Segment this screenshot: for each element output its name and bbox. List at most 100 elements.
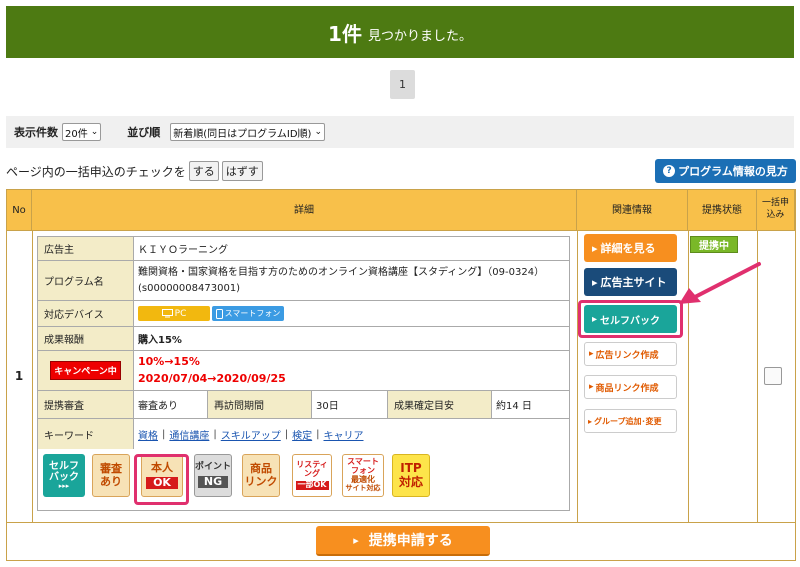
program-info-help-button[interactable]: ? プログラム情報の見方 bbox=[655, 159, 796, 183]
confirm-value: 約14 日 bbox=[496, 401, 532, 412]
campaign-value: 10%→15% 2020/07/04→2020/09/25 bbox=[134, 351, 569, 390]
result-banner: 1件 見つかりました。 bbox=[6, 6, 794, 58]
filter-bar: 表示件数 20件 ⌄ 並び順 新着順(同日はプログラムID順) ⌄ bbox=[6, 116, 794, 148]
advertiser-site-button[interactable]: ▸ 広告主サイト bbox=[584, 268, 677, 296]
self-back-button[interactable]: ▸ セルフバック bbox=[584, 305, 677, 333]
revisit-label: 再訪問期間 bbox=[208, 391, 312, 418]
campaign-row: キャンペーン中 10%→15% 2020/07/04→2020/09/25 bbox=[38, 351, 569, 391]
keyword-link[interactable]: 資格 bbox=[138, 427, 158, 442]
review-required-badge: 審査 あり bbox=[92, 454, 130, 497]
pointer-arrow-icon bbox=[679, 262, 761, 304]
apply-partnership-button[interactable]: ▸ 提携申請する bbox=[316, 526, 490, 556]
product-link-create-button[interactable]: ▸ 商品リンク作成 bbox=[584, 375, 677, 399]
badge-text: 一部OK bbox=[295, 479, 329, 490]
advertiser-label: 広告主 bbox=[38, 237, 134, 260]
badge-text: ▸▸▸ bbox=[58, 481, 70, 490]
sort-value: 新着順(同日はプログラムID順) bbox=[173, 128, 312, 140]
keyword-list: 資格 | 通信講座 | スキルアップ | 検定 | キャリア bbox=[134, 419, 569, 449]
point-ng-badge: ポイント NG bbox=[194, 454, 232, 497]
page-1-button[interactable]: 1 bbox=[390, 70, 415, 99]
caret-right-icon: ▸ bbox=[592, 313, 598, 325]
caret-right-icon: ▸ bbox=[589, 349, 594, 359]
caret-right-icon: ▸ bbox=[592, 241, 598, 255]
ad-link-create-button[interactable]: ▸ 広告リンク作成 bbox=[584, 342, 677, 366]
badge-text: ITP bbox=[400, 461, 422, 476]
badge-text: 審査 bbox=[100, 462, 122, 476]
divider bbox=[7, 522, 795, 523]
keyword-link[interactable]: スキルアップ bbox=[221, 427, 281, 442]
badge-text: あり bbox=[100, 474, 122, 488]
reward-value: 購入15% bbox=[138, 335, 182, 346]
smartphone-icon bbox=[215, 308, 223, 319]
program-name-row: プログラム名 難関資格・国家資格を目指す方のためのオンライン資格講座【スタディン… bbox=[38, 261, 569, 301]
details-button-label: 詳細を見る bbox=[600, 242, 656, 255]
help-button-label: プログラム情報の見方 bbox=[678, 165, 788, 178]
badge-text: 商品 bbox=[250, 462, 272, 476]
ad-link-button-label: 広告リンク作成 bbox=[595, 350, 659, 361]
divider bbox=[32, 230, 33, 522]
bulk-check-row: ページ内の一括申込のチェックを する はずす bbox=[6, 161, 263, 181]
header-status: 提携状態 bbox=[688, 190, 757, 230]
keyword-link[interactable]: 通信講座 bbox=[169, 427, 209, 442]
apply-button-label: 提携申請する bbox=[368, 533, 453, 549]
device-row: 対応デバイス PC スマートフォン bbox=[38, 301, 569, 327]
keyword-row: キーワード 資格 | 通信講座 | スキルアップ | 検定 | キャリア bbox=[38, 419, 569, 449]
program-name-label: プログラム名 bbox=[38, 261, 134, 300]
review-value: 審査あり bbox=[134, 391, 208, 418]
reward-row: 成果報酬 購入15% bbox=[38, 327, 569, 351]
revisit-value: 30日 bbox=[312, 391, 388, 418]
pc-device-label: PC bbox=[174, 308, 187, 319]
badge-text: セルフ bbox=[49, 460, 79, 472]
campaign-rate: 10%→15% bbox=[138, 355, 200, 368]
device-label: 対応デバイス bbox=[38, 301, 134, 326]
header-details: 詳細 bbox=[32, 190, 577, 230]
row-number: 1 bbox=[14, 369, 24, 383]
details-button[interactable]: ▸ 詳細を見る bbox=[584, 234, 677, 262]
badge-text: サイト対応 bbox=[345, 483, 381, 492]
uncheck-all-button[interactable]: はずす bbox=[221, 161, 263, 181]
header-no: No bbox=[7, 190, 32, 230]
review-row: 提携審査 審査あり 再訪問期間 30日 成果確定目安 約14 日 bbox=[38, 391, 569, 419]
badge-text: リンク bbox=[244, 474, 278, 488]
keyword-link[interactable]: 検定 bbox=[292, 427, 312, 442]
group-button-label: グループ追加･変更 bbox=[594, 416, 662, 426]
advertiser-row: 広告主 ＫＩＹＯラーニング bbox=[38, 237, 569, 261]
sort-select[interactable]: 新着順(同日はプログラムID順) ⌄ bbox=[170, 123, 325, 141]
self-back-button-label: セルフバック bbox=[600, 315, 661, 327]
keyword-separator: | bbox=[284, 428, 289, 440]
smartphone-device-badge: スマートフォン bbox=[212, 306, 284, 321]
detail-table: 広告主 ＫＩＹＯラーニング プログラム名 難関資格・国家資格を目指す方のためのオ… bbox=[37, 236, 570, 511]
pc-device-badge: PC bbox=[138, 306, 210, 321]
badge-text: 対応 bbox=[398, 474, 423, 489]
smartphone-optimized-badge: スマート フォン 最適化 サイト対応 bbox=[342, 454, 384, 497]
chevron-down-icon: ⌄ bbox=[90, 127, 99, 137]
self-back-badge: セルフ バック ▸▸▸ bbox=[43, 454, 85, 497]
itp-badge: ITP 対応 bbox=[392, 454, 430, 497]
listing-badge: リスティ ング 一部OK bbox=[292, 454, 332, 497]
partnership-status-badge: 提携中 bbox=[690, 236, 738, 253]
caret-right-icon: ▸ bbox=[592, 275, 598, 289]
keyword-separator: | bbox=[316, 428, 320, 440]
per-page-value: 20件 bbox=[65, 128, 88, 140]
badge-text: バック bbox=[49, 471, 79, 483]
badge-text: ング bbox=[304, 469, 320, 479]
per-page-select[interactable]: 20件 ⌄ bbox=[62, 123, 102, 141]
self-ok-highlight bbox=[134, 454, 189, 505]
keyword-link[interactable]: キャリア bbox=[324, 427, 364, 442]
advertiser-value: ＫＩＹＯラーニング bbox=[138, 245, 228, 256]
header-bulk-apply: 一括申込み bbox=[757, 190, 795, 230]
program-table: No 詳細 関連情報 提携状態 一括申込み 1 広告主 ＫＩＹＯラーニング プロ… bbox=[6, 189, 796, 561]
check-all-button[interactable]: する bbox=[188, 161, 219, 181]
review-label: 提携審査 bbox=[38, 391, 134, 418]
question-icon: ? bbox=[663, 165, 676, 177]
product-link-badge: 商品 リンク bbox=[242, 454, 280, 497]
divider bbox=[7, 230, 795, 231]
campaign-cell: キャンペーン中 bbox=[38, 351, 134, 390]
bulk-apply-checkbox[interactable] bbox=[764, 367, 782, 385]
sort-label: 並び順 bbox=[127, 126, 161, 139]
group-add-button[interactable]: ▸ グループ追加･変更 bbox=[584, 409, 677, 433]
result-count: 1件 bbox=[328, 21, 362, 46]
keyword-separator: | bbox=[162, 428, 166, 440]
confirm-label: 成果確定目安 bbox=[388, 391, 492, 418]
device-value: PC スマートフォン bbox=[134, 301, 569, 326]
